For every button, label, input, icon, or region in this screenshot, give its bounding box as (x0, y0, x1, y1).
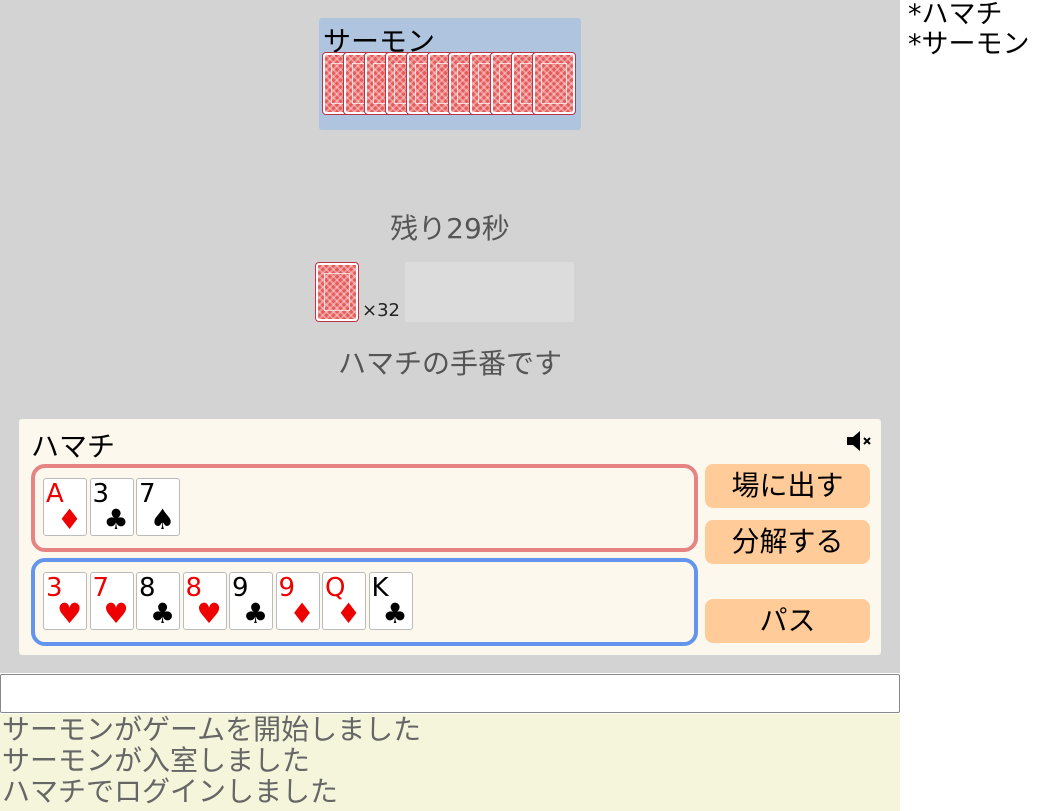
hand-cards-area: 3 ♥ 7 ♥ 8 ♣ 8 ♥ 9 ♣ 9 ♦ Q ♦ K ♣ (31, 558, 698, 646)
player-panel: ハマチ A ♦ 3 ♣ 7 ♠ 3 ♥ 7 ♥ 8 ♣ 8 ♥ 9 ♣ 9 ♦ Q ♦ K ♣ 場に出す 分解する パス (19, 419, 881, 655)
turn-indicator: ハマチの手番です (337, 347, 562, 380)
user-list: *ハマチ *サーモン (908, 0, 1030, 60)
speaker-muted-icon[interactable] (845, 429, 875, 453)
selected-cards-area: A ♦ 3 ♣ 7 ♠ (31, 464, 698, 552)
card-suit-icon: ♦ (57, 503, 83, 536)
card-suit-icon: ♠ (150, 503, 176, 536)
player-name: ハマチ (31, 430, 116, 463)
playing-card[interactable]: 8 ♥ (182, 572, 227, 630)
card-suit-icon: ♥ (103, 597, 129, 630)
user-list-item: *サーモン (908, 29, 1030, 60)
card-suit-icon: ♦ (336, 597, 362, 630)
card-suit-icon: ♣ (382, 597, 408, 630)
log-message: サーモンがゲームを開始しました (2, 714, 422, 746)
chat-input[interactable] (0, 674, 900, 713)
playing-card[interactable]: K ♣ (368, 572, 413, 630)
playing-card[interactable]: Q ♦ (322, 572, 366, 630)
play-to-field-button[interactable]: 場に出す (705, 464, 870, 508)
playing-card[interactable]: 3 ♣ (89, 478, 134, 536)
deck-card-back (316, 263, 358, 321)
play-field (405, 262, 574, 322)
pass-button[interactable]: パス (705, 599, 870, 643)
playing-card[interactable]: 8 ♣ (136, 572, 180, 630)
playing-card[interactable]: 9 ♣ (229, 572, 273, 630)
card-suit-icon: ♣ (150, 597, 176, 630)
playing-card[interactable]: 9 ♦ (275, 572, 320, 630)
card-suit-icon: ♣ (103, 503, 129, 536)
card-suit-icon: ♥ (196, 597, 222, 630)
user-list-item: *ハマチ (908, 0, 1003, 30)
game-area: サーモン 残り29秒 ×32 ハマチの手番です ハマチ A ♦ 3 ♣ 7 ♠ 3 ♥ 7 ♥ 8… (0, 0, 900, 673)
playing-card[interactable]: 3 ♥ (43, 572, 87, 630)
deck-count: ×32 (362, 300, 400, 321)
split-button[interactable]: 分解する (705, 520, 870, 564)
log-message: ハマチでログインしました (2, 775, 339, 808)
timer-text: 残り29秒 (390, 212, 510, 245)
opponent-card-back (533, 53, 575, 114)
card-suit-icon: ♦ (289, 597, 315, 630)
playing-card[interactable]: 7 ♥ (89, 572, 134, 630)
opponent-panel: サーモン (319, 18, 581, 130)
message-log: サーモンがゲームを開始しました サーモンが入室しました ハマチでログインしました (0, 714, 900, 811)
log-message: サーモンが入室しました (2, 744, 311, 777)
card-suit-icon: ♣ (243, 597, 269, 630)
card-suit-icon: ♥ (57, 597, 83, 630)
playing-card[interactable]: A ♦ (43, 478, 87, 536)
playing-card[interactable]: 7 ♠ (136, 478, 180, 536)
